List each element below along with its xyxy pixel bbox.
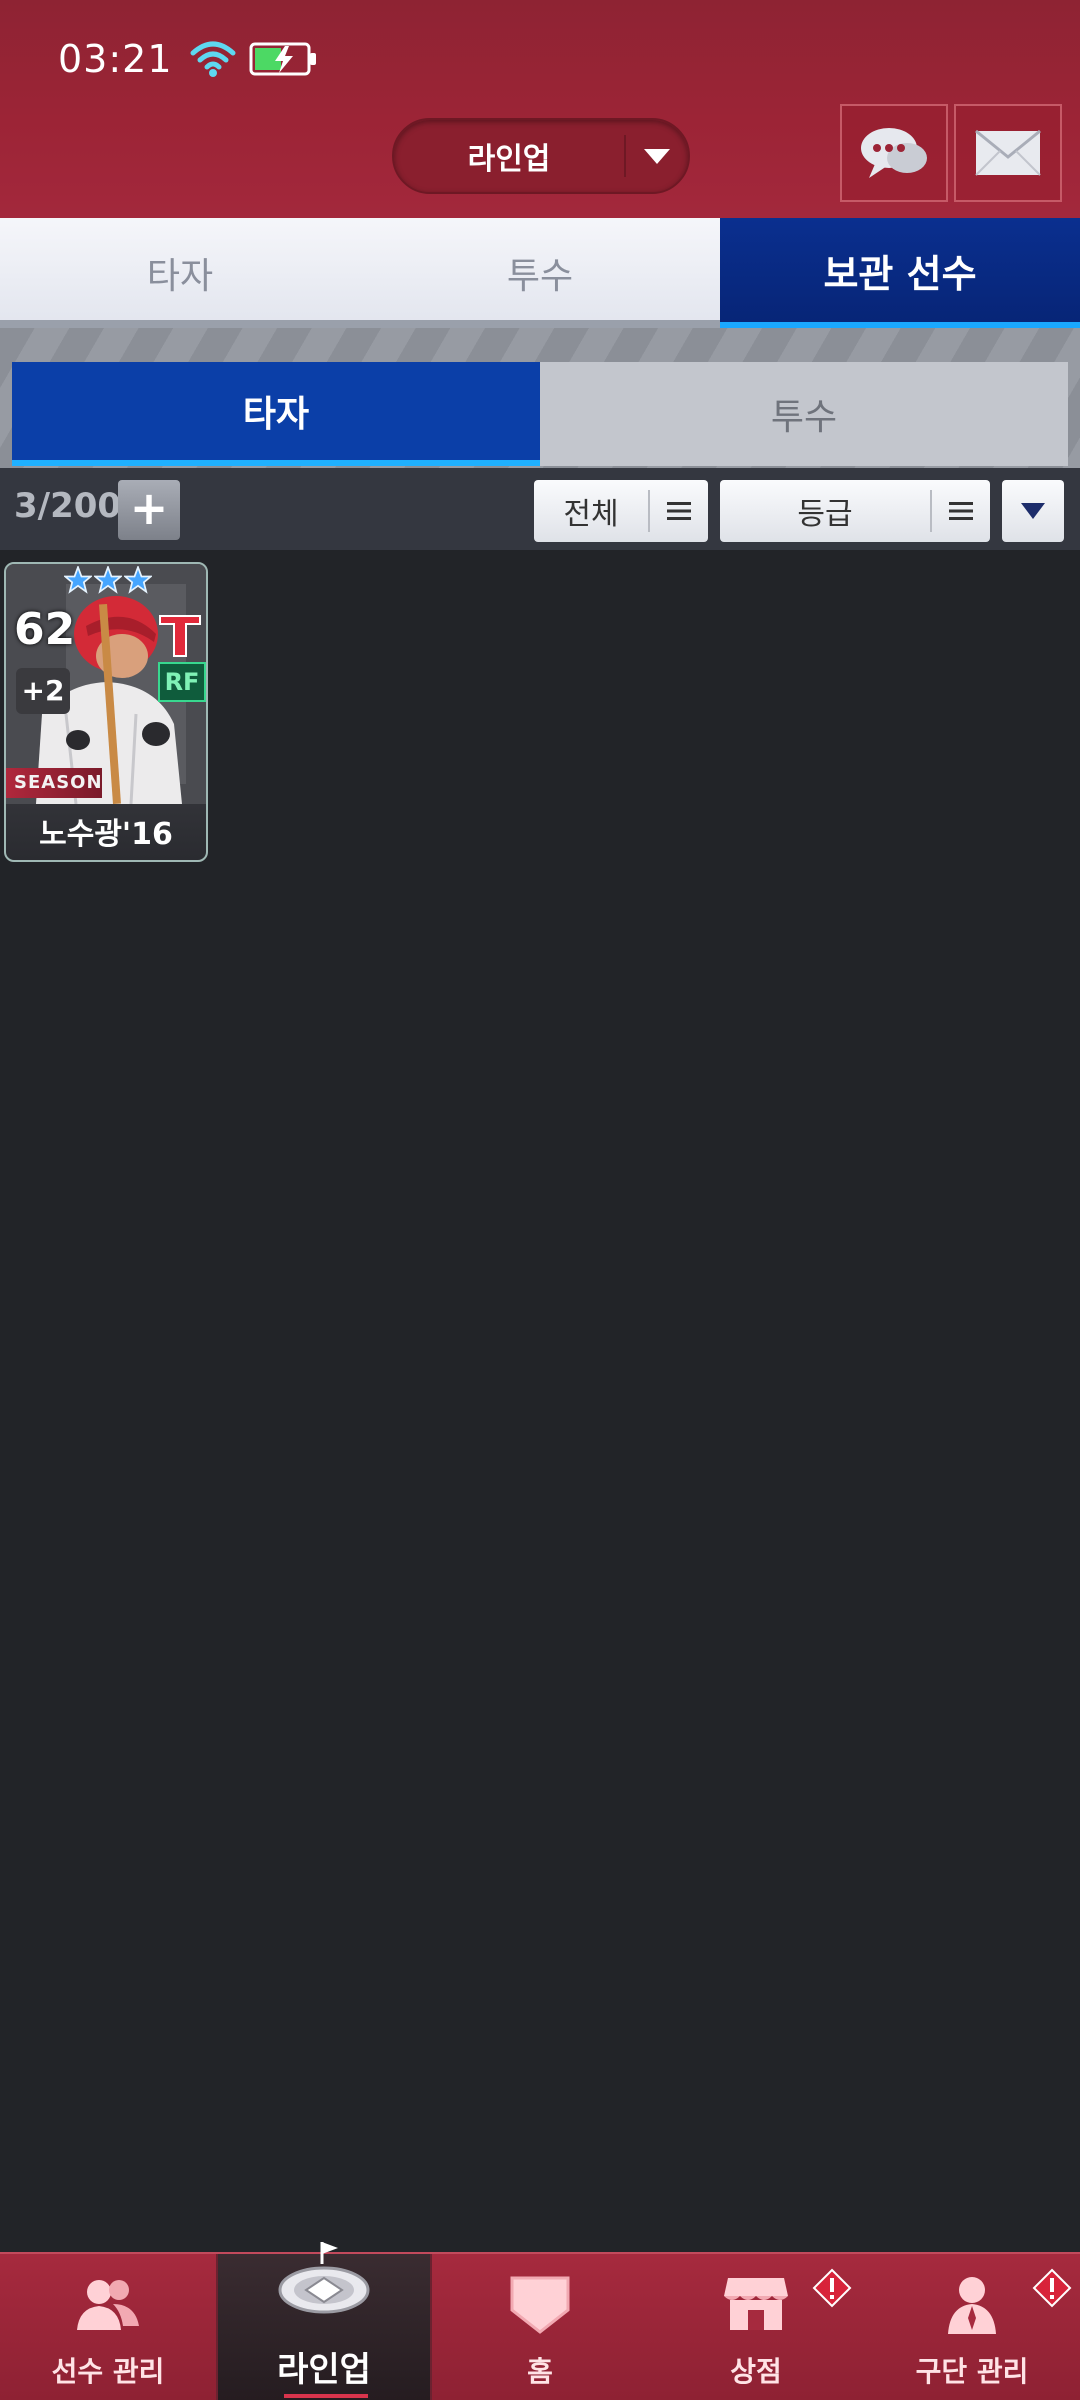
card-overall-rating: 62 bbox=[14, 604, 76, 655]
roster-toolbar: 3/200 + 전체 등급 bbox=[0, 468, 1080, 550]
wifi-icon bbox=[190, 41, 236, 77]
player-card[interactable]: 62 +2 RF SEASON 노수광'16 bbox=[4, 562, 208, 862]
players-icon bbox=[77, 2280, 139, 2330]
subtab-batters[interactable]: 타자 bbox=[12, 362, 540, 466]
alert-badge-icon bbox=[1032, 2268, 1072, 2308]
card-player-name: 노수광'16 bbox=[39, 817, 173, 852]
tabs-divider bbox=[0, 320, 720, 328]
triangle-down-icon bbox=[1021, 503, 1045, 519]
manager-icon bbox=[948, 2277, 996, 2334]
nav-label: 라인업 bbox=[277, 2350, 371, 2390]
menu-icon bbox=[932, 501, 990, 521]
filter-all-label: 전체 bbox=[563, 497, 619, 532]
mail-button[interactable] bbox=[954, 104, 1062, 202]
main-tabs: 타자 투수 보관 선수 bbox=[0, 218, 1080, 328]
team-logo-icon bbox=[159, 615, 201, 657]
home-plate-icon bbox=[510, 2276, 570, 2334]
sort-grade-button[interactable]: 등급 bbox=[720, 480, 990, 542]
nav-club-management[interactable]: 구단 관리 bbox=[864, 2254, 1080, 2400]
stadium-icon bbox=[278, 2242, 370, 2314]
sort-order-button[interactable] bbox=[1002, 480, 1064, 542]
nav-active-indicator bbox=[284, 2394, 368, 2398]
nav-player-management[interactable]: 선수 관리 bbox=[0, 2254, 216, 2400]
bottom-nav: 선수 관리 라인업 홈 상점 구단 관리 bbox=[0, 2242, 1080, 2400]
dropdown-label: 라인업 bbox=[467, 142, 551, 177]
nav-shop[interactable]: 상점 bbox=[648, 2254, 864, 2400]
menu-icon bbox=[650, 501, 708, 521]
status-bar: 03:21 bbox=[58, 34, 319, 84]
chat-button[interactable] bbox=[840, 104, 948, 202]
subtab-pitchers[interactable]: 투수 bbox=[540, 362, 1068, 466]
filter-all-button[interactable]: 전체 bbox=[534, 480, 708, 542]
nav-label: 홈 bbox=[527, 2355, 553, 2388]
card-season-label: SEASON bbox=[6, 768, 102, 798]
player-count: 3/200 bbox=[14, 486, 122, 526]
tab-stored-players[interactable]: 보관 선수 bbox=[720, 218, 1080, 328]
envelope-icon bbox=[975, 129, 1041, 176]
chat-bubble-icon bbox=[861, 128, 927, 178]
nav-lineup[interactable]: 라인업 bbox=[216, 2242, 432, 2400]
shop-icon bbox=[724, 2278, 788, 2330]
sort-grade-label: 등급 bbox=[797, 497, 853, 532]
nav-home[interactable]: 홈 bbox=[432, 2254, 648, 2400]
lineup-dropdown[interactable]: 라인업 bbox=[392, 118, 690, 194]
tab-batters[interactable]: 타자 bbox=[0, 218, 360, 328]
battery-charging-icon bbox=[249, 42, 316, 76]
star-icon bbox=[124, 566, 152, 594]
status-time: 03:21 bbox=[58, 37, 173, 81]
card-position-badge: RF bbox=[158, 662, 206, 702]
star-icon bbox=[94, 566, 122, 594]
add-slot-button[interactable]: + bbox=[118, 480, 180, 540]
card-rating-stars bbox=[64, 566, 152, 594]
star-icon bbox=[64, 566, 92, 594]
card-upgrade-level: +2 bbox=[16, 668, 70, 714]
tab-pitchers[interactable]: 투수 bbox=[360, 218, 720, 328]
chevron-down-icon bbox=[626, 146, 688, 166]
nav-label: 상점 bbox=[730, 2355, 782, 2388]
top-header: 03:21 라인업 bbox=[0, 0, 1080, 218]
nav-label: 구단 관리 bbox=[915, 2355, 1029, 2388]
alert-badge-icon bbox=[812, 2268, 852, 2308]
nav-label: 선수 관리 bbox=[51, 2355, 165, 2388]
